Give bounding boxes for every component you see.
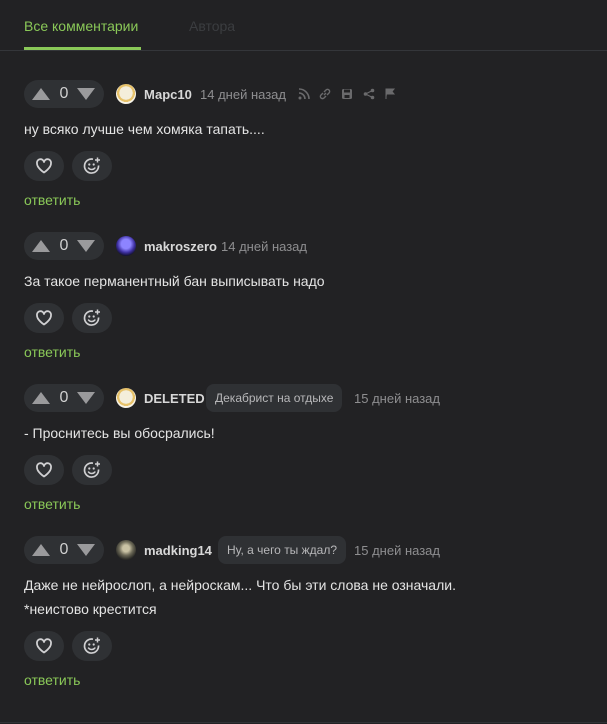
like-button[interactable] xyxy=(24,151,64,181)
heart-icon xyxy=(36,310,52,326)
vote-control: 0 xyxy=(24,80,104,108)
arrow-down-icon[interactable] xyxy=(77,392,95,404)
emoji-add-icon xyxy=(83,157,100,174)
rss-icon[interactable] xyxy=(298,88,310,100)
vote-control: 0 xyxy=(24,384,104,412)
comment-line: ну всяко лучше чем хомяка тапать.... xyxy=(24,121,265,137)
reply-link[interactable]: ответить xyxy=(24,344,80,360)
arrow-down-icon[interactable] xyxy=(77,240,95,252)
add-reaction-button[interactable] xyxy=(72,455,112,485)
comment-line: - Проснитесь вы обосрались! xyxy=(24,425,215,441)
like-button[interactable] xyxy=(24,631,64,661)
arrow-down-icon[interactable] xyxy=(77,88,95,100)
share-icon[interactable] xyxy=(363,88,375,100)
avatar[interactable] xyxy=(116,388,136,408)
comment-text: - Проснитесь вы обосрались! xyxy=(24,421,215,445)
comment-tabs: Все комментарии Автора xyxy=(0,0,607,51)
emoji-add-icon xyxy=(83,637,100,654)
arrow-down-icon[interactable] xyxy=(77,544,95,556)
like-button[interactable] xyxy=(24,455,64,485)
comment-time[interactable]: 14 дней назад xyxy=(200,87,286,102)
vote-control: 0 xyxy=(24,536,104,564)
avatar[interactable] xyxy=(116,84,136,104)
add-reaction-button[interactable] xyxy=(72,303,112,333)
like-button[interactable] xyxy=(24,303,64,333)
comment-line: Даже не нейрослоп, а нейроскам... Что бы… xyxy=(24,577,456,593)
add-reaction-button[interactable] xyxy=(72,151,112,181)
comment-author[interactable]: Марс10 xyxy=(144,87,192,102)
reply-link[interactable]: ответить xyxy=(24,192,80,208)
emoji-add-icon xyxy=(83,309,100,326)
arrow-up-icon[interactable] xyxy=(32,240,50,252)
save-icon[interactable] xyxy=(341,88,353,100)
user-note-badge: Ну, а чего ты ждал? xyxy=(218,536,347,564)
arrow-up-icon[interactable] xyxy=(32,392,50,404)
link-icon[interactable] xyxy=(319,88,331,100)
comment-time[interactable]: 15 дней назад xyxy=(354,391,440,406)
comment-line: За такое перманентный бан выписывать над… xyxy=(24,273,325,289)
comment-author[interactable]: makroszero xyxy=(144,239,217,254)
reply-link[interactable]: ответить xyxy=(24,496,80,512)
comment-author[interactable]: madking14 xyxy=(144,543,212,558)
tab-all-comments[interactable]: Все комментарии xyxy=(24,18,138,34)
heart-icon xyxy=(36,462,52,478)
avatar[interactable] xyxy=(116,236,136,256)
comment-time[interactable]: 14 дней назад xyxy=(221,239,307,254)
heart-icon xyxy=(36,638,52,654)
comment-score: 0 xyxy=(59,389,69,406)
heart-icon xyxy=(36,158,52,174)
comment-text: За такое перманентный бан выписывать над… xyxy=(24,269,325,293)
flag-icon[interactable] xyxy=(384,88,396,100)
comment-text: ну всяко лучше чем хомяка тапать.... xyxy=(24,117,265,141)
comment-author[interactable]: DELETED xyxy=(144,391,205,406)
arrow-up-icon[interactable] xyxy=(32,88,50,100)
user-note-badge: Декабрист на отдыхе xyxy=(206,384,343,412)
avatar[interactable] xyxy=(116,540,136,560)
active-tab-indicator xyxy=(24,47,141,50)
comment-score: 0 xyxy=(59,541,69,558)
comment-score: 0 xyxy=(59,85,69,102)
vote-control: 0 xyxy=(24,232,104,260)
comment-score: 0 xyxy=(59,237,69,254)
add-reaction-button[interactable] xyxy=(72,631,112,661)
divider xyxy=(0,722,607,723)
emoji-add-icon xyxy=(83,461,100,478)
arrow-up-icon[interactable] xyxy=(32,544,50,556)
comment-text: Даже не нейрослоп, а нейроскам... Что бы… xyxy=(24,573,456,621)
comment-line: *неистово крестится xyxy=(24,601,157,617)
tab-author[interactable]: Автора xyxy=(189,18,235,34)
comment-time[interactable]: 15 дней назад xyxy=(354,543,440,558)
reply-link[interactable]: ответить xyxy=(24,672,80,688)
